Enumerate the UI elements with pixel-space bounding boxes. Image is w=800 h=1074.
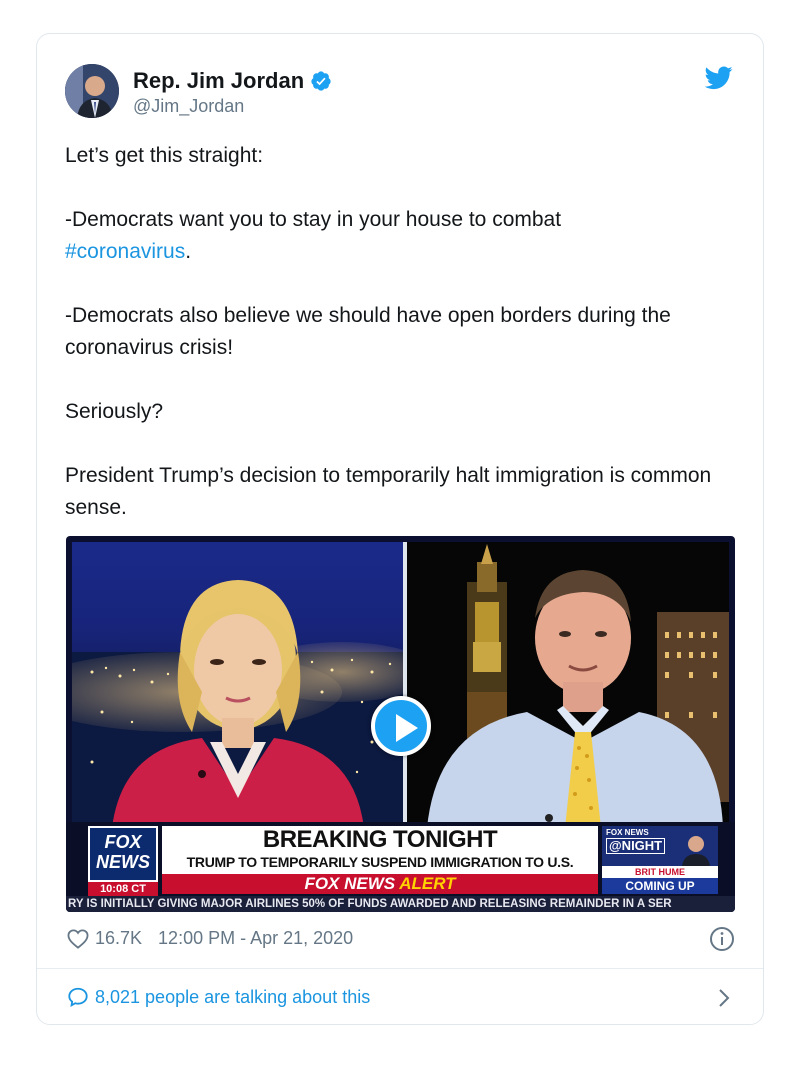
promo-coming-up: COMING UP [602,878,718,894]
tweet-card: Rep. Jim Jordan @Jim_Jordan Let’s get th… [36,33,764,1025]
info-icon[interactable] [709,926,735,952]
news-lower-third: FOX NEWS 10:08 CT BREAKING TONIGHT TRUMP… [66,822,735,912]
tweet-line: President Trump’s decision to temporaril… [65,464,712,519]
alert-white-text: FOX NEWS [304,874,396,893]
avatar[interactable] [65,64,119,118]
tweet-line: -Democrats want you to stay in your hous… [65,204,735,268]
video-anchor-panel [72,542,403,828]
show-promo: FOX NEWS @NIGHT BRIT HUME COMING UP [602,826,718,894]
heart-icon[interactable] [67,928,89,949]
fox-news-logo: FOX NEWS [88,826,158,882]
promo-show: @NIGHT [606,838,666,854]
like-count[interactable]: 16.7K [95,928,142,949]
logo-top: FOX [104,832,142,852]
verified-badge-icon [311,71,331,91]
promo-host-photo [682,836,710,866]
conversation-label[interactable]: 8,021 people are talking about this [95,987,370,1008]
chevron-right-icon[interactable] [717,988,731,1008]
promo-host: BRIT HUME [602,866,718,878]
fox-news-alert-bar: FOX NEWS ALERT [162,874,598,894]
author-name-text[interactable]: Rep. Jim Jordan [133,68,304,94]
speech-bubble-icon [68,987,88,1007]
card-divider [37,968,763,969]
tweet-meta: 16.7K 12:00 PM - Apr 21, 2020 [67,928,353,949]
author-name[interactable]: Rep. Jim Jordan [133,68,332,94]
broadcast-time: 10:08 CT [88,882,158,896]
news-ticker: RY IS INITIALLY GIVING MAJOR AIRLINES 50… [66,896,735,912]
alert-yellow-text: ALERT [399,874,456,893]
tweet-line-part: -Democrats want you to stay in your hous… [65,208,562,231]
video-player[interactable]: FOX NEWS 10:08 CT BREAKING TONIGHT TRUMP… [66,536,735,912]
hashtag-link[interactable]: #coronavirus [65,240,185,263]
tweet-line: Let’s get this straight: [65,144,264,167]
play-button[interactable] [371,696,431,756]
tweet-line-period: . [185,240,192,263]
logo-bottom: NEWS [96,852,150,872]
author-handle[interactable]: @Jim_Jordan [133,96,244,117]
tweet-line: -Democrats also believe we should have o… [65,304,671,359]
tweet-line: Seriously? [65,400,164,423]
headline-box: BREAKING TONIGHT TRUMP TO TEMPORARILY SU… [162,826,598,874]
promo-brand: FOX NEWS [606,828,649,837]
breaking-headline: BREAKING TONIGHT [262,826,498,853]
video-guest-panel [407,542,729,828]
tweet-text: Let’s get this straight: -Democrats want… [65,140,735,524]
twitter-bird-icon[interactable] [705,66,733,90]
breaking-subheadline: TRUMP TO TEMPORARILY SUSPEND IMMIGRATION… [186,854,574,870]
tweet-timestamp[interactable]: 12:00 PM - Apr 21, 2020 [158,928,353,949]
conversation-link[interactable]: 8,021 people are talking about this [67,986,370,1008]
